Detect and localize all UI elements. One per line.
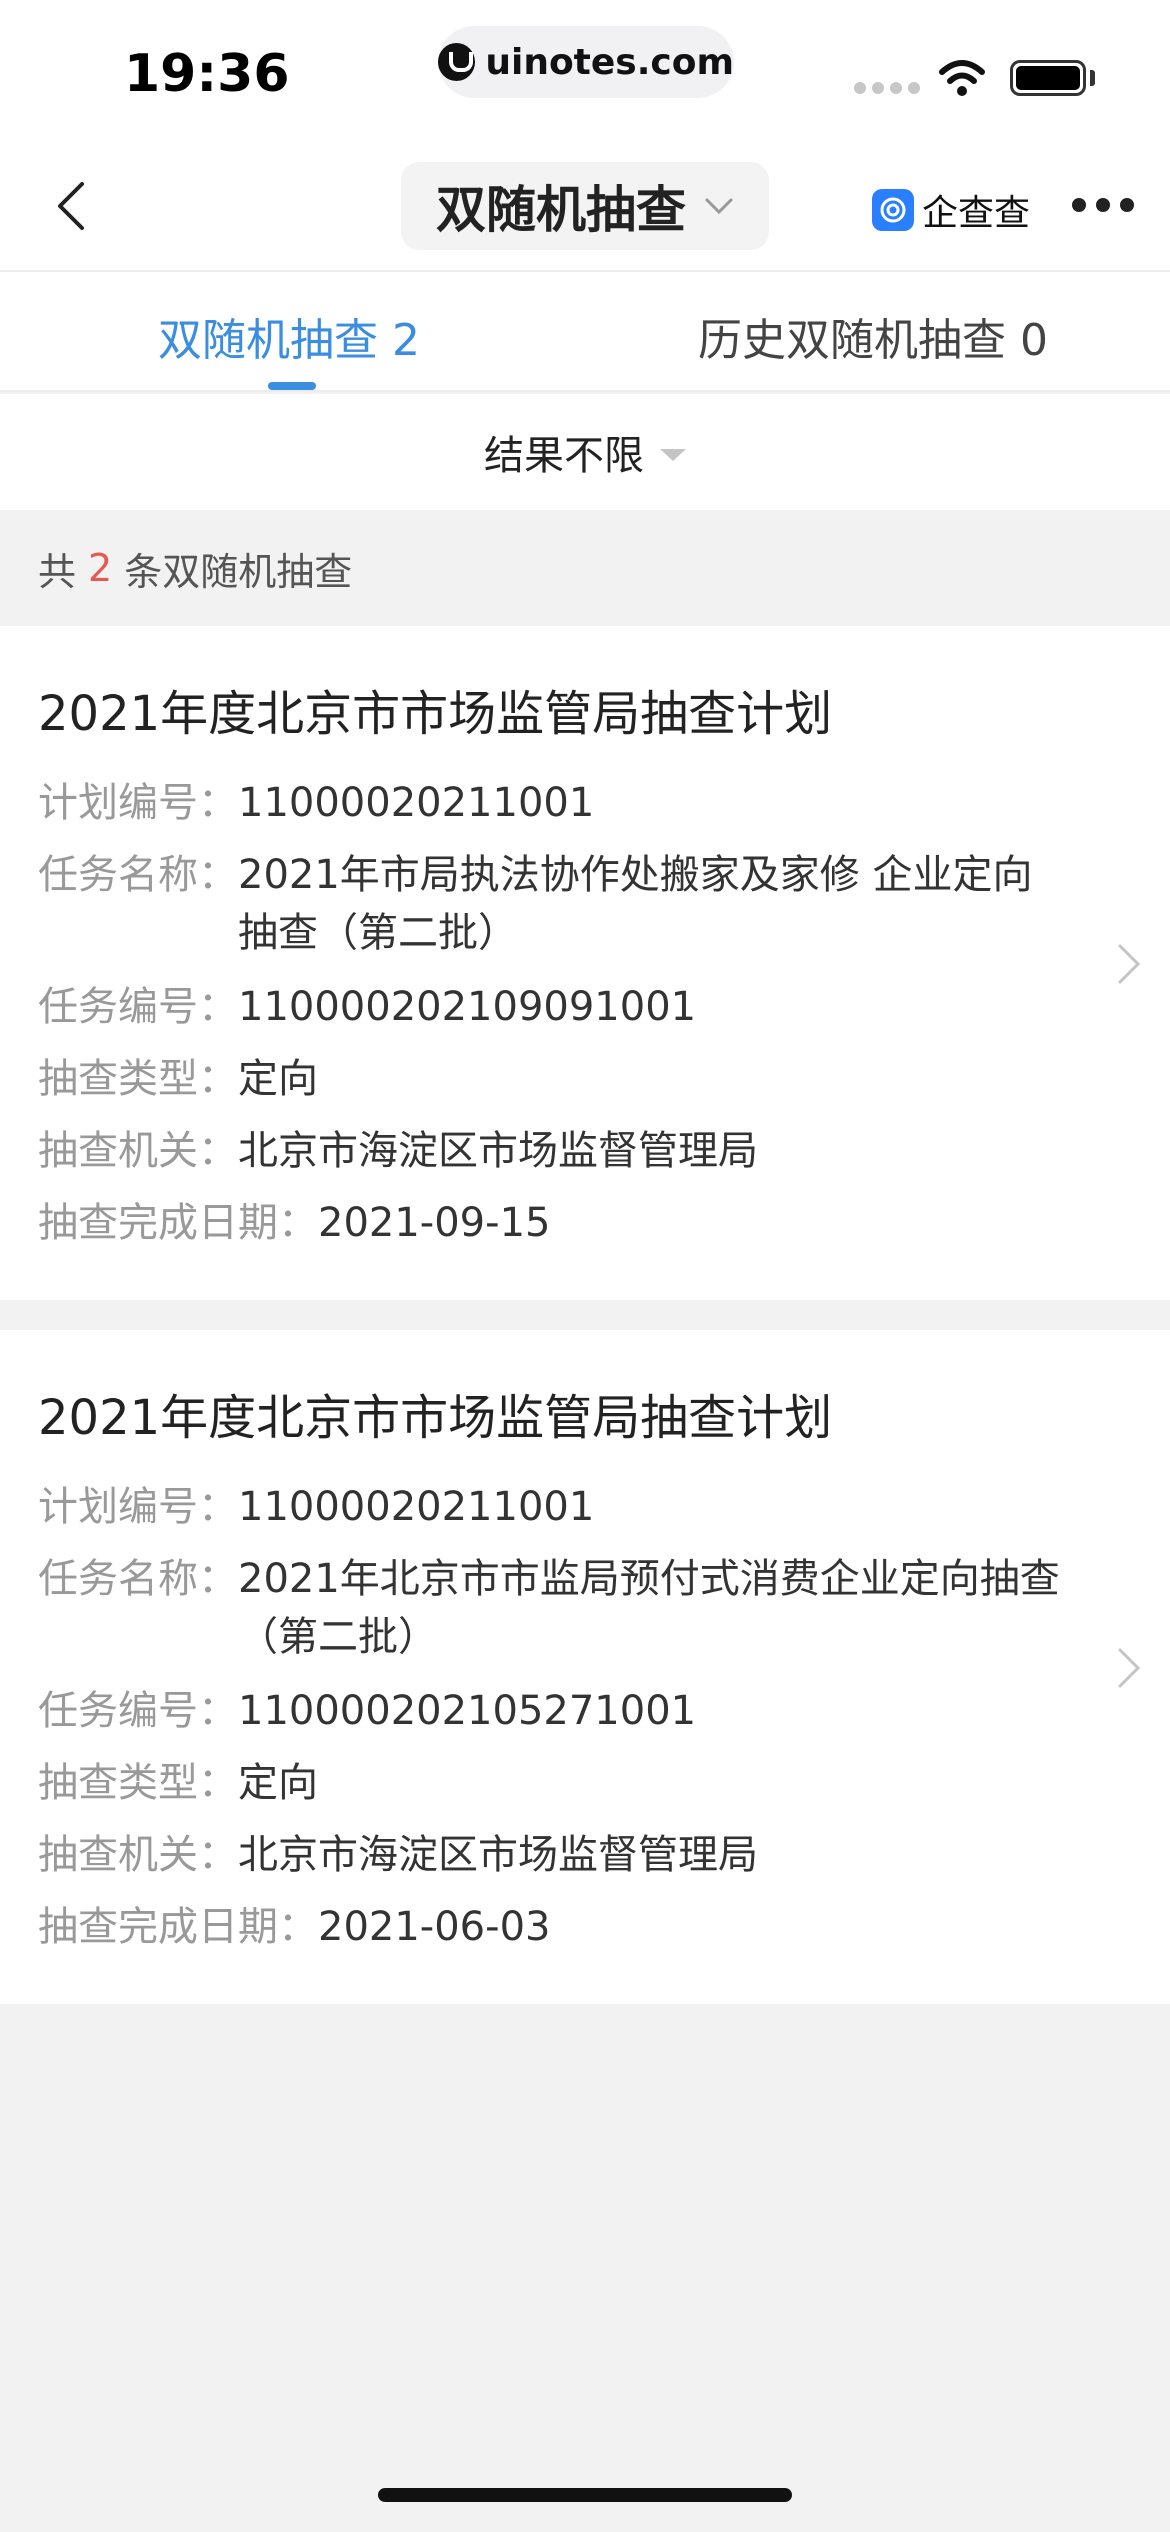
- count-suffix: 条双随机抽查: [124, 549, 353, 594]
- plan-number-label: 计划编号：: [38, 780, 238, 826]
- check-type-row: 抽查类型： 定向: [38, 1050, 318, 1108]
- plan-number-row: 计划编号： 11000020211001: [38, 774, 594, 832]
- url-pill[interactable]: uinotes.com: [438, 26, 734, 98]
- check-type-row: 抽查类型： 定向: [38, 1754, 318, 1812]
- brand-logo[interactable]: 企查查: [872, 184, 1030, 236]
- plan-number-row: 计划编号： 11000020211001: [38, 1478, 594, 1536]
- check-type-value: 定向: [238, 1056, 318, 1102]
- check-type-label: 抽查类型：: [38, 1760, 238, 1806]
- plan-number-value: 11000020211001: [238, 1484, 595, 1530]
- status-time: 19:36: [124, 44, 290, 104]
- back-icon[interactable]: [48, 180, 100, 232]
- url-text: uinotes.com: [485, 41, 734, 83]
- task-number-value: 110000202105271001: [238, 1688, 697, 1734]
- task-name-value: 2021年市局执法协作处搬家及家修 企业定向抽查（第二批）: [238, 852, 1033, 956]
- task-number-label: 任务编号：: [38, 1688, 238, 1734]
- task-number-row: 任务编号： 110000202105271001: [38, 1682, 696, 1740]
- count-prefix: 共: [38, 549, 77, 594]
- record-card[interactable]: 2021年度北京市市场监管局抽查计划 计划编号： 11000020211001 …: [0, 626, 1170, 1300]
- completion-date-value: 2021-09-15: [318, 1200, 551, 1246]
- completion-date-label: 抽查完成日期：: [38, 1200, 318, 1246]
- cellular-signal-icon: [854, 82, 920, 94]
- battery-tip: [1090, 70, 1095, 86]
- check-type-label: 抽查类型：: [38, 1056, 238, 1102]
- authority-value: 北京市海淀区市场监督管理局: [238, 1832, 758, 1878]
- authority-row: 抽查机关： 北京市海淀区市场监督管理局: [38, 1122, 758, 1180]
- record-title: 2021年度北京市市场监管局抽查计划: [38, 686, 833, 742]
- home-indicator[interactable]: [378, 2488, 792, 2502]
- chevron-down-icon: [705, 198, 733, 215]
- site-logo-icon: [438, 43, 476, 81]
- completion-date-label: 抽查完成日期：: [38, 1904, 318, 1950]
- authority-label: 抽查机关：: [38, 1128, 238, 1174]
- count-number: 2: [88, 546, 113, 590]
- task-number-row: 任务编号： 110000202109091001: [38, 978, 696, 1036]
- task-name-label: 任务名称：: [38, 1556, 238, 1602]
- tab-current-checks[interactable]: 双随机抽查 2: [158, 304, 420, 368]
- task-number-label: 任务编号：: [38, 984, 238, 1030]
- tab-bar: 双随机抽查 2 历史双随机抽查 0: [0, 272, 1170, 392]
- more-icon[interactable]: [1072, 198, 1134, 212]
- task-name-value: 2021年北京市市监局预付式消费企业定向抽查 （第二批）: [238, 1556, 1060, 1660]
- brand-name: 企查查: [922, 193, 1031, 234]
- filter-result: 结果不限: [484, 433, 644, 479]
- result-count: 共 2 条双随机抽查: [0, 510, 1170, 626]
- filter-bar[interactable]: 结果不限: [0, 394, 1170, 510]
- authority-label: 抽查机关：: [38, 1832, 238, 1878]
- status-bar: 19:36 uinotes.com: [0, 0, 1170, 140]
- task-name-label: 任务名称：: [38, 852, 238, 898]
- task-name-row: 任务名称： 2021年北京市市监局预付式消费企业定向抽查 （第二批）: [38, 1550, 1068, 1666]
- record-card[interactable]: 2021年度北京市市场监管局抽查计划 计划编号： 11000020211001 …: [0, 1330, 1170, 2004]
- authority-value: 北京市海淀区市场监督管理局: [238, 1128, 758, 1174]
- chevron-right-icon: [1118, 1648, 1141, 1688]
- caret-down-icon: [660, 449, 686, 461]
- title-dropdown[interactable]: 双随机抽查: [401, 162, 769, 250]
- tab-history-checks[interactable]: 历史双随机抽查 0: [698, 304, 1048, 368]
- plan-number-label: 计划编号：: [38, 1484, 238, 1530]
- check-type-value: 定向: [238, 1760, 318, 1806]
- page-title: 双随机抽查: [436, 181, 686, 239]
- brand-logo-icon: [872, 189, 914, 231]
- battery-icon: [1010, 60, 1086, 96]
- completion-date-row: 抽查完成日期： 2021-09-15: [38, 1194, 550, 1252]
- completion-date-value: 2021-06-03: [318, 1904, 551, 1950]
- plan-number-value: 11000020211001: [238, 780, 595, 826]
- record-title: 2021年度北京市市场监管局抽查计划: [38, 1390, 833, 1446]
- nav-bar: 双随机抽查 企查查: [0, 140, 1170, 272]
- chevron-right-icon: [1118, 944, 1141, 984]
- tab-active-indicator: [268, 382, 316, 390]
- task-number-value: 110000202109091001: [238, 984, 697, 1030]
- completion-date-row: 抽查完成日期： 2021-06-03: [38, 1898, 550, 1956]
- task-name-row: 任务名称： 2021年市局执法协作处搬家及家修 企业定向抽查（第二批）: [38, 846, 1068, 962]
- wifi-icon: [939, 60, 985, 96]
- authority-row: 抽查机关： 北京市海淀区市场监督管理局: [38, 1826, 758, 1884]
